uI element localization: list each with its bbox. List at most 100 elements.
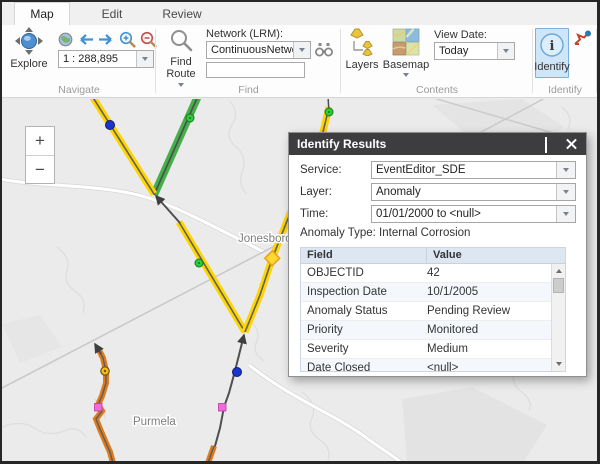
next-extent-icon[interactable] (98, 33, 115, 51)
scroll-up-button[interactable] (552, 265, 565, 277)
find-group-label: Find (156, 84, 341, 96)
marker-pink-square (219, 404, 227, 412)
view-date-value: Today (435, 45, 497, 57)
anomaly-type-text: Anomaly Type: Internal Corrosion (300, 227, 576, 239)
chevron-down-icon (563, 212, 569, 216)
ribbon-group-identify: i Identify Identify (533, 25, 597, 97)
identify-results-title: Identify Results (297, 137, 386, 151)
table-row[interactable]: Severity Medium (301, 340, 551, 359)
time-label: Time: (300, 208, 371, 220)
triangle-up-icon (556, 269, 562, 273)
view-date-dropdown-button[interactable] (497, 43, 514, 59)
basemap-button[interactable]: Basemap (384, 28, 428, 77)
event-editor-window: Map Edit Review Explore (0, 0, 600, 464)
marker-blue-dot (106, 121, 115, 130)
layer-value: Anomaly (372, 186, 556, 198)
identify-results-panel: Identify Results Service: EventEditor_SD… (288, 132, 587, 377)
chevron-down-icon (563, 190, 569, 194)
layer-label: Layer: (300, 186, 371, 198)
tab-map[interactable]: Map (14, 2, 70, 25)
basemap-label: Basemap (383, 59, 429, 71)
identify-label: Identify (534, 61, 569, 73)
find-route-label-line2: Route (166, 68, 195, 80)
chevron-down-icon (299, 48, 305, 52)
identify-group-label: Identify (533, 84, 597, 96)
chevron-down-icon (503, 49, 509, 53)
time-field-row: Time: 01/01/2000 to <null> (300, 205, 576, 223)
service-label: Service: (300, 164, 371, 176)
view-date-label: View Date: (434, 29, 487, 41)
attribute-table-header: Field Value (301, 248, 565, 264)
chevron-down-icon (563, 168, 569, 172)
find-route-button[interactable]: Find Route (160, 28, 202, 87)
ribbon-group-find: Find Route Network (LRM): ContinuousNetw… (156, 25, 341, 97)
time-combobox[interactable]: 01/01/2000 to <null> (371, 205, 576, 223)
navigate-group-label: Navigate (2, 84, 156, 96)
map-zoom-in-button[interactable]: + (26, 127, 54, 155)
ribbon-group-contents: Layers Basemap (341, 25, 533, 97)
layer-field-row: Layer: Anomaly (300, 183, 576, 201)
layer-dropdown-button[interactable] (556, 184, 575, 200)
explore-button[interactable]: Explore (7, 27, 51, 70)
map-zoom-control: + − (25, 126, 55, 184)
ribbon-group-navigate: Explore 1 : 288,895 (2, 25, 156, 97)
layers-icon (349, 28, 376, 59)
pipeline-event-orange[interactable] (95, 344, 214, 461)
pipeline-event-green[interactable] (154, 99, 198, 195)
map-scale-dropdown-button[interactable] (136, 51, 153, 67)
view-date-combobox[interactable]: Today (434, 42, 515, 60)
network-lrm-label: Network (LRM): (206, 28, 283, 40)
map-scale-combobox[interactable]: 1 : 288,895 (58, 50, 154, 68)
network-dropdown-button[interactable] (293, 42, 310, 58)
network-combobox[interactable]: ContinuousNetwork (206, 41, 311, 59)
table-row[interactable]: OBJECTID 42 (301, 264, 551, 283)
contents-group-label: Contents (341, 84, 533, 96)
map-zoom-out-button[interactable]: − (26, 155, 54, 183)
identify-icon: i (539, 32, 565, 61)
ribbon-tab-bar: Map Edit Review (2, 2, 597, 25)
service-dropdown-button[interactable] (556, 162, 575, 178)
explore-icon (14, 27, 44, 58)
table-scrollbar[interactable] (551, 264, 565, 371)
maximize-button[interactable] (545, 138, 559, 150)
maximize-icon (545, 137, 547, 153)
find-route-magnifier-icon (169, 28, 194, 56)
chevron-down-icon (142, 57, 148, 61)
marker-pink-square (95, 404, 103, 412)
table-row[interactable]: Anomaly Status Pending Review (301, 302, 551, 321)
close-button[interactable] (566, 138, 580, 150)
previous-extent-icon[interactable] (77, 33, 94, 51)
label-purmela: Purmela (133, 416, 176, 428)
map-viewport[interactable]: Jonesboro Purmela + − Identify Results S… (2, 99, 597, 461)
find-route-label-line1: Find (170, 56, 191, 68)
attribute-table-body: OBJECTID 42 Inspection Date 10/1/2005 An… (301, 264, 551, 371)
map-scale-value: 1 : 288,895 (59, 53, 136, 65)
attribute-table: Field Value OBJECTID 42 Inspection Date … (300, 247, 566, 372)
time-value: 01/01/2000 to <null> (372, 208, 556, 220)
chevron-down-icon (403, 73, 409, 77)
scrollbar-thumb[interactable] (553, 278, 564, 293)
identify-route-location-icon[interactable] (573, 30, 592, 52)
network-value: ContinuousNetwork (207, 44, 293, 56)
table-row[interactable]: Priority Monitored (301, 321, 551, 340)
service-field-row: Service: EventEditor_SDE (300, 161, 576, 179)
binoculars-icon[interactable] (315, 42, 333, 62)
layers-label: Layers (345, 59, 378, 71)
table-row[interactable]: Date Closed <null> (301, 359, 551, 371)
route-search-input[interactable] (206, 62, 305, 78)
identify-button[interactable]: i Identify (535, 28, 569, 78)
layers-button[interactable]: Layers (344, 28, 380, 71)
triangle-down-icon (556, 362, 562, 366)
table-row[interactable]: Inspection Date 10/1/2005 (301, 283, 551, 302)
service-value: EventEditor_SDE (372, 164, 556, 176)
service-combobox[interactable]: EventEditor_SDE (371, 161, 576, 179)
tab-edit[interactable]: Edit (84, 2, 140, 25)
full-extent-globe-icon[interactable] (58, 32, 73, 52)
explore-label: Explore (10, 58, 47, 70)
time-dropdown-button[interactable] (556, 206, 575, 222)
tab-review[interactable]: Review (154, 2, 210, 25)
layer-combobox[interactable]: Anomaly (371, 183, 576, 201)
scroll-down-button[interactable] (552, 358, 565, 370)
identify-results-titlebar[interactable]: Identify Results (289, 133, 586, 155)
svg-text:i: i (550, 39, 555, 54)
